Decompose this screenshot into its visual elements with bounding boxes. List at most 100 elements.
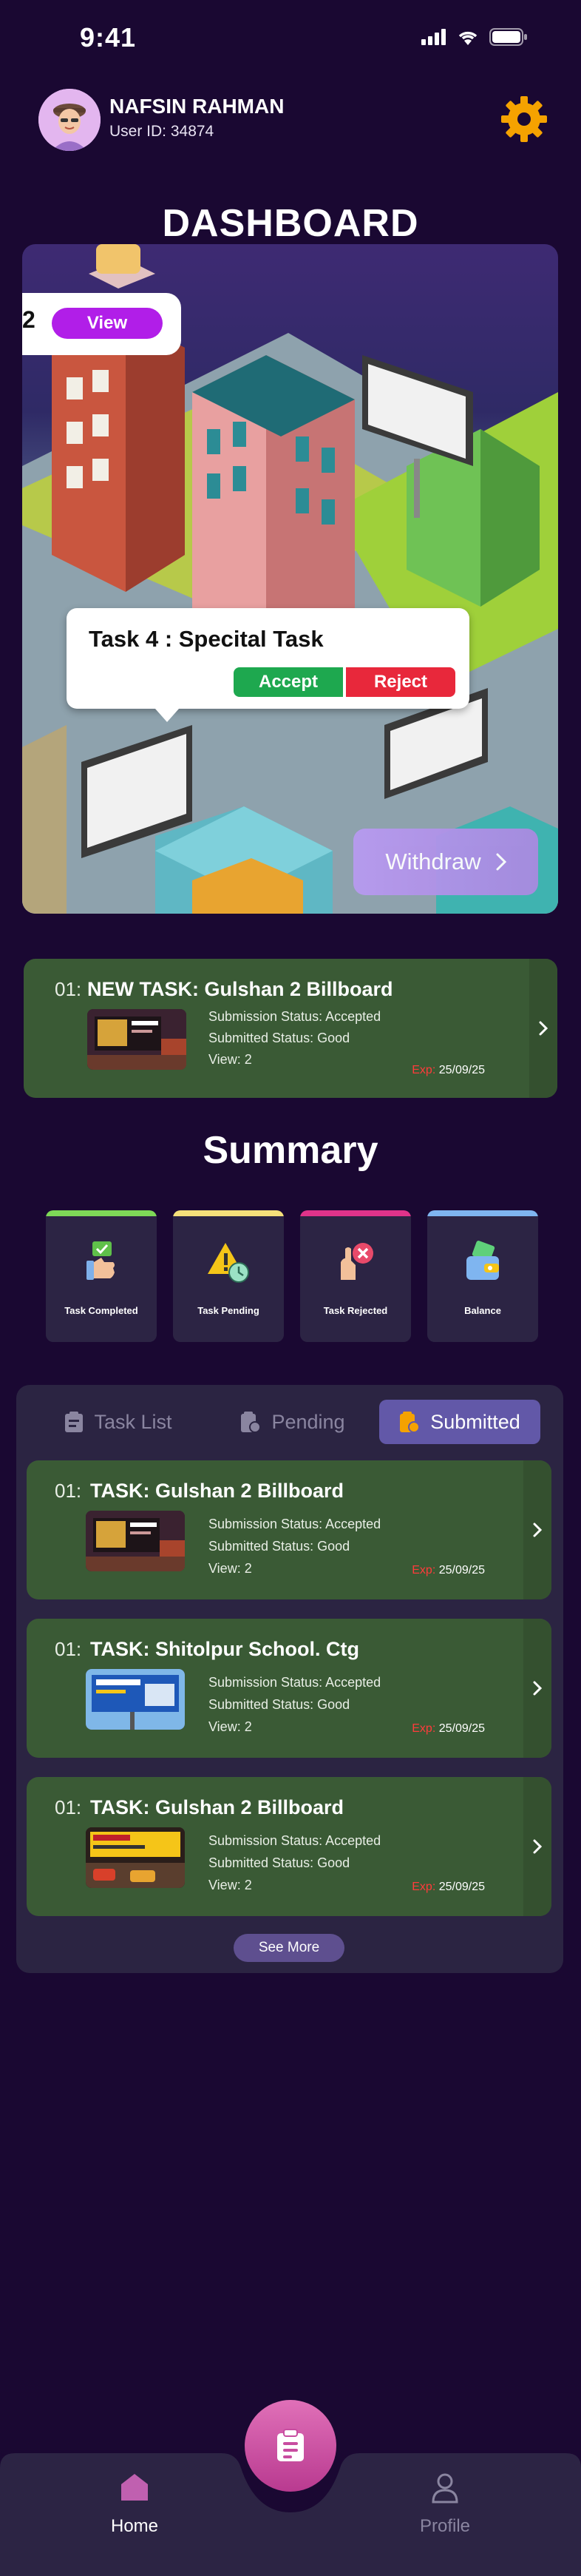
avatar[interactable]	[38, 89, 101, 151]
billboard-image	[86, 1827, 185, 1888]
summary-card-completed[interactable]: Task Completed	[46, 1210, 157, 1342]
summary-card-label: Task Completed	[64, 1305, 138, 1316]
open-task-button[interactable]	[523, 1619, 551, 1758]
dashboard-title: DASHBOARD	[162, 202, 419, 245]
summary-card-rejected[interactable]: Task Rejected	[300, 1210, 411, 1342]
expiry-date: 25/09/25	[438, 1722, 485, 1735]
summary-card-accent	[173, 1210, 284, 1216]
submitted-status: Submitted Status: Good	[208, 1855, 350, 1870]
task-title: TASK: Gulshan 2 Billboard	[90, 1480, 344, 1502]
nav-home-label: Home	[110, 2516, 159, 2536]
expiry: Exp: 25/09/25	[412, 1064, 485, 1077]
withdraw-button[interactable]: Withdraw	[353, 829, 538, 895]
settings-button[interactable]	[500, 95, 548, 144]
billboard-image	[87, 1009, 186, 1070]
submission-status: Submission Status: Accepted	[208, 1009, 381, 1024]
expiry-date: 25/09/25	[438, 1881, 485, 1893]
profile-icon	[432, 2473, 458, 2503]
status-bar: 9:41	[0, 0, 581, 81]
summary-card-accent	[427, 1210, 538, 1216]
avatar-portrait-icon	[38, 89, 101, 151]
chevron-right-icon	[533, 1839, 542, 1854]
tab-label: Submitted	[430, 1410, 520, 1433]
nav-home[interactable]: Home	[61, 2471, 208, 2537]
nav-profile[interactable]: Profile	[371, 2471, 519, 2537]
wifi-icon	[458, 31, 478, 45]
billboard-thumbnail	[86, 1511, 185, 1571]
battery-icon	[489, 28, 527, 46]
task-title: TASK: Gulshan 2 Billboard	[90, 1796, 344, 1818]
expiry-date: 25/09/25	[438, 1064, 485, 1076]
expiry-label: Exp:	[412, 1064, 436, 1076]
submitted-task-card[interactable]: 01: TASK: Gulshan 2 Billboard Submission…	[27, 1460, 551, 1599]
task-title: NEW TASK: Gulshan 2 Billboard	[87, 978, 393, 1000]
task-number: 01:	[55, 1796, 82, 1818]
expiry: Exp: 25/09/25	[412, 1564, 485, 1577]
user-id: User ID: 34874	[109, 123, 214, 140]
summary-card-label: Task Pending	[197, 1305, 259, 1316]
summary-card-label: Task Rejected	[323, 1305, 388, 1316]
reject-button[interactable]: Reject	[346, 667, 455, 697]
signal-icon	[421, 29, 446, 45]
tab-pending[interactable]: Pending	[219, 1400, 367, 1444]
open-task-button[interactable]	[529, 959, 557, 1098]
warning-clock-icon	[208, 1243, 249, 1283]
tab-label: Pending	[271, 1410, 345, 1433]
tab-label: Task List	[94, 1410, 172, 1433]
submitted-task-card[interactable]: 01: TASK: Gulshan 2 Billboard Submission…	[27, 1777, 551, 1916]
task-number: 01:	[55, 1638, 82, 1660]
summary-card-balance[interactable]: Balance	[427, 1210, 538, 1342]
submission-status: Submission Status: Accepted	[208, 1833, 381, 1848]
task-number: 01:	[55, 978, 82, 1000]
new-task-card[interactable]: 01: NEW TASK: Gulshan 2 Billboard Submis…	[24, 959, 557, 1098]
expiry-date: 25/09/25	[438, 1564, 485, 1577]
hand-x-icon	[341, 1243, 373, 1280]
see-more-button[interactable]: See More	[234, 1934, 344, 1962]
open-task-button[interactable]	[523, 1460, 551, 1599]
task-popup: Task 4 : Specital Task Accept Reject	[67, 608, 469, 722]
view-count: View: 2	[208, 1719, 252, 1734]
clipboard-clock-icon	[241, 1412, 262, 1433]
tab-task-list[interactable]: Task List	[44, 1400, 192, 1444]
task-title: TASK: Shitolpur School. Ctg	[90, 1638, 359, 1660]
gear-icon	[501, 96, 547, 142]
view-count: View: 2	[208, 1878, 252, 1892]
submitted-task-card[interactable]: 01: TASK: Shitolpur School. Ctg Submissi…	[27, 1619, 551, 1758]
billboard-thumbnail	[86, 1669, 185, 1730]
billboard-thumbnail	[87, 1009, 186, 1070]
billboard-image	[86, 1669, 185, 1730]
clipboard-check-icon	[400, 1412, 421, 1433]
withdraw-label: Withdraw	[385, 849, 481, 874]
summary-title: Summary	[203, 1129, 378, 1172]
chevron-right-icon	[533, 1523, 542, 1537]
view-button[interactable]: View	[52, 308, 163, 339]
tasks-fab-button[interactable]	[245, 2400, 336, 2492]
summary-card-pending[interactable]: Task Pending	[173, 1210, 284, 1342]
summary-card-accent	[46, 1210, 157, 1216]
expiry-label: Exp:	[412, 1564, 436, 1577]
clipboard-list-icon	[277, 2429, 304, 2461]
open-task-button[interactable]	[523, 1777, 551, 1916]
summary-card-label: Balance	[464, 1305, 501, 1316]
billboard-thumbnail	[86, 1827, 185, 1888]
expiry: Exp: 25/09/25	[412, 1881, 485, 1894]
task-popup-title: Task 4 : Specital Task	[89, 626, 324, 652]
submitted-status: Submitted Status: Good	[208, 1539, 350, 1554]
user-header: NAFSIN RAHMAN User ID: 34874	[38, 89, 548, 151]
view-task-card: 2 View	[22, 293, 181, 355]
user-name: NAFSIN RAHMAN	[109, 95, 285, 118]
view-count: View: 2	[208, 1052, 252, 1067]
submitted-status: Submitted Status: Good	[208, 1697, 350, 1712]
home-icon	[121, 2474, 148, 2501]
summary-card-accent	[300, 1210, 411, 1216]
chevron-right-icon	[496, 853, 506, 871]
submission-status: Submission Status: Accepted	[208, 1517, 381, 1531]
submitted-status: Submitted Status: Good	[208, 1031, 350, 1045]
expiry-label: Exp:	[412, 1881, 436, 1893]
status-time: 9:41	[80, 22, 137, 53]
tab-submitted[interactable]: Submitted	[379, 1400, 540, 1444]
chevron-right-icon	[539, 1021, 548, 1036]
clipboard-icon	[65, 1412, 84, 1432]
accept-button[interactable]: Accept	[234, 667, 343, 697]
thumbs-up-check-icon	[86, 1241, 115, 1280]
